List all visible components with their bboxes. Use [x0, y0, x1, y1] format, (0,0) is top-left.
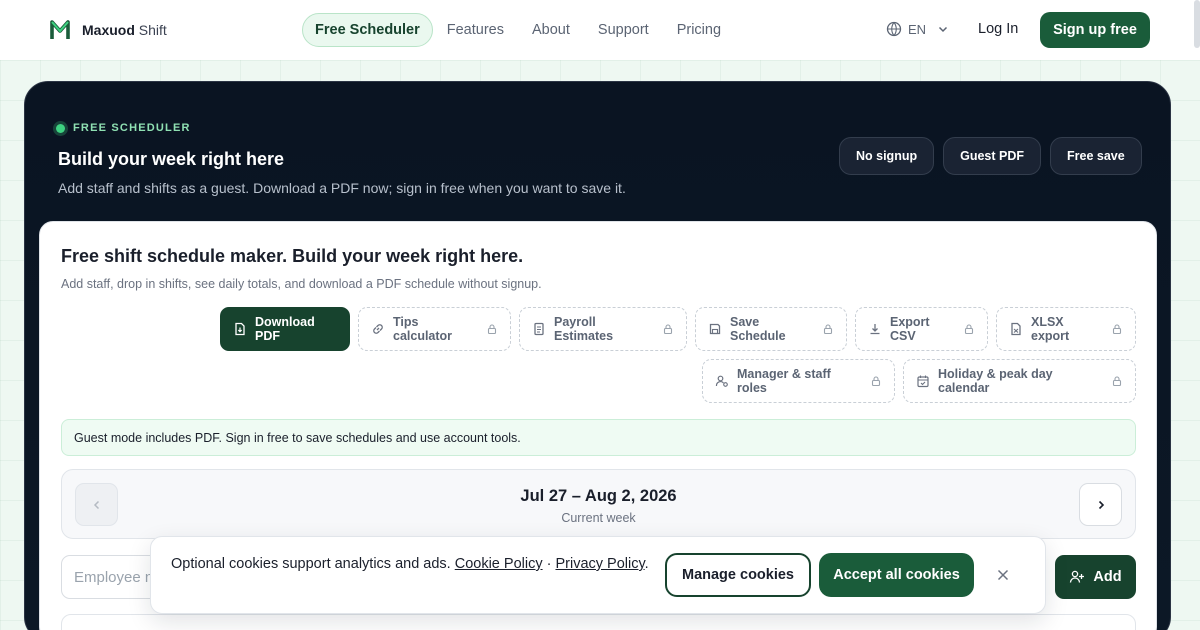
holiday-calendar-button[interactable]: Holiday & peak day calendar — [903, 359, 1136, 403]
card-title: Free shift schedule maker. Build your we… — [61, 246, 524, 266]
signup-button[interactable]: Sign up free — [1040, 12, 1150, 48]
save-icon — [709, 323, 721, 335]
login-link[interactable]: Log In — [978, 21, 1018, 37]
cookie-policy-link[interactable]: Cookie Policy — [455, 556, 543, 572]
status-dot-icon — [56, 123, 65, 133]
save-schedule-button[interactable]: Save Schedule — [695, 307, 847, 351]
next-week-button[interactable] — [1079, 483, 1122, 526]
download-pdf-label: Download PDF — [255, 315, 315, 343]
download-pdf-button[interactable]: Download PDF — [220, 307, 350, 351]
file-pdf-icon — [235, 322, 245, 336]
lock-icon — [487, 324, 497, 335]
calendar-icon — [917, 375, 929, 388]
cookie-banner: Optional cookies support analytics and a… — [150, 536, 1046, 614]
payroll-estimates-button[interactable]: Payroll Estimates — [519, 307, 687, 351]
add-employee-label: Add — [1093, 569, 1122, 585]
globe-icon — [886, 21, 902, 37]
lock-icon — [1112, 376, 1122, 387]
pill-guest-pdf: Guest PDF — [943, 137, 1042, 175]
hero-tag-text: FREE SCHEDULER — [73, 122, 191, 134]
language-selector[interactable]: EN — [886, 21, 950, 37]
nav-free-scheduler[interactable]: Free Scheduler — [302, 13, 433, 47]
lock-icon — [823, 324, 833, 335]
add-user-icon — [1070, 570, 1085, 583]
schedule-table — [61, 614, 1136, 630]
accept-cookies-button[interactable]: Accept all cookies — [819, 553, 974, 597]
link-icon — [373, 324, 383, 334]
close-icon — [997, 569, 1009, 581]
week-label: Current week — [561, 511, 636, 525]
holiday-calendar-label: Holiday & peak day calendar — [938, 367, 1053, 395]
hero-tag: FREE SCHEDULER — [56, 122, 191, 134]
add-employee-button[interactable]: Add — [1055, 555, 1136, 599]
download-icon — [870, 324, 880, 335]
brand-logo-icon — [50, 20, 70, 39]
export-csv-label: Export CSV — [890, 315, 930, 343]
export-csv-button[interactable]: Export CSV — [855, 307, 988, 351]
nav-pricing[interactable]: Pricing — [663, 14, 735, 46]
cookie-period: . — [644, 556, 649, 572]
manage-cookies-button[interactable]: Manage cookies — [665, 553, 811, 597]
spreadsheet-icon — [1011, 322, 1021, 336]
tips-calculator-button[interactable]: Tips calculator — [358, 307, 511, 351]
privacy-policy-link[interactable]: Privacy Policy — [555, 556, 644, 572]
manager-staff-roles-button[interactable]: Manager & staff roles — [702, 359, 895, 403]
language-code: EN — [908, 21, 927, 37]
lock-icon — [964, 324, 974, 335]
document-icon — [534, 322, 544, 336]
tips-calculator-label: Tips calculator — [393, 315, 453, 343]
pill-free-save: Free save — [1050, 137, 1142, 175]
chevron-down-icon — [939, 26, 948, 33]
close-cookie-banner-button[interactable] — [993, 565, 1013, 585]
hero-subtitle: Add staff and shifts as a guest. Downloa… — [58, 180, 626, 196]
payroll-estimates-label: Payroll Estimates — [554, 315, 614, 343]
chevron-right-icon — [1098, 500, 1104, 509]
manager-staff-roles-label: Manager & staff roles — [737, 367, 831, 395]
cookie-separator: · — [546, 556, 552, 572]
pill-no-signup: No signup — [839, 137, 935, 175]
lock-icon — [871, 376, 881, 387]
xlsx-export-label: XLSX export — [1031, 315, 1070, 343]
brand-name: Maxuod Shift — [82, 22, 167, 38]
week-range: Jul 27 – Aug 2, 2026 — [520, 487, 677, 505]
brand[interactable]: Maxuod Shift — [50, 19, 167, 41]
cookie-message: Optional cookies support analytics and a… — [171, 553, 651, 575]
cookie-text: Optional cookies support analytics and a… — [171, 556, 451, 572]
nav-features[interactable]: Features — [433, 14, 518, 46]
save-schedule-label: Save Schedule — [730, 315, 786, 343]
lock-icon — [663, 324, 673, 335]
nav-about[interactable]: About — [518, 14, 584, 46]
card-subtitle: Add staff, drop in shifts, see daily tot… — [61, 277, 542, 291]
guest-mode-notice: Guest mode includes PDF. Sign in free to… — [61, 419, 1136, 456]
week-navigator: Jul 27 – Aug 2, 2026 Current week — [61, 469, 1136, 539]
xlsx-export-button[interactable]: XLSX export — [996, 307, 1136, 351]
user-gear-icon — [715, 375, 728, 387]
hero-title: Build your week right here — [58, 149, 285, 169]
nav-links: Free Scheduler Features About Support Pr… — [302, 13, 735, 47]
lock-icon — [1112, 324, 1122, 335]
top-nav: Maxuod Shift Free Scheduler Features Abo… — [0, 0, 1200, 60]
page-scrollbar[interactable] — [1194, 0, 1200, 48]
hero-pills: No signup Guest PDF Free save — [839, 137, 1142, 175]
nav-support[interactable]: Support — [584, 14, 663, 46]
